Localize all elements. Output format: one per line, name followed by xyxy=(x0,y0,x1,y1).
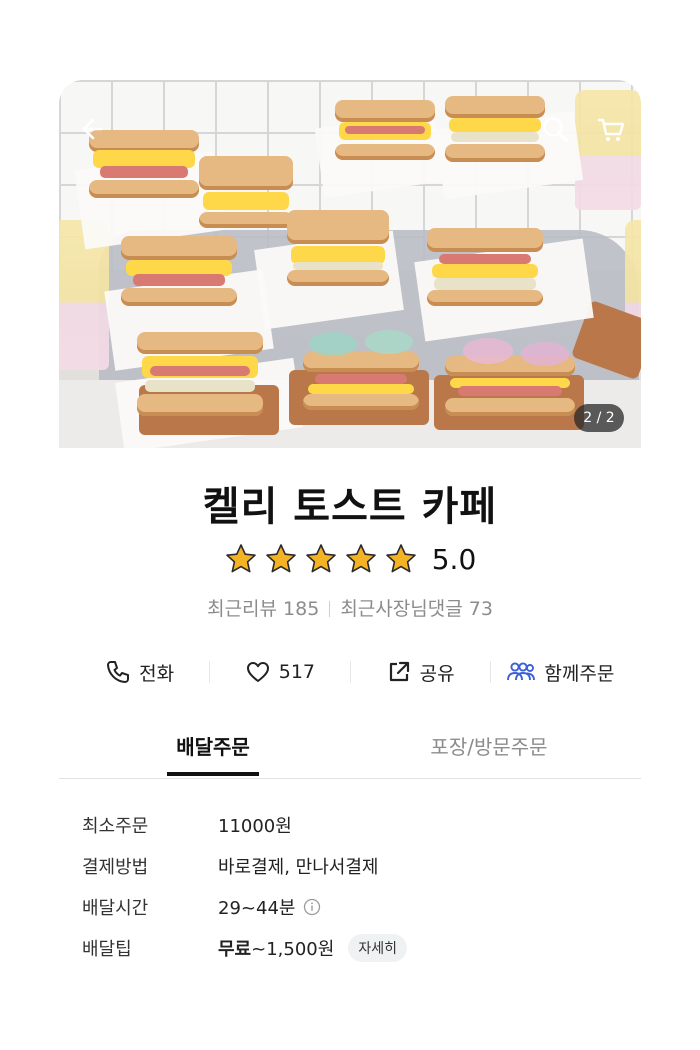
delivery-time-value-wrap: 29~44분 xyxy=(218,894,321,920)
order-type-tabs: 배달주문 포장/방문주문 xyxy=(59,724,641,779)
min-order-row: 최소주문 11000원 xyxy=(82,804,622,845)
toast-sandwich xyxy=(445,356,575,418)
phone-icon xyxy=(107,661,130,683)
label-sticker xyxy=(309,332,357,356)
drink-cup xyxy=(575,90,641,210)
delivery-info: 최소주문 11000원 결제방법 바로결제, 만나서결제 배달시간 29~44분… xyxy=(82,804,622,968)
share-label: 공유 xyxy=(419,662,455,685)
recent-reviews-link[interactable]: 최근리뷰 185 xyxy=(207,598,319,620)
share-icon xyxy=(389,661,409,682)
back-arrow-icon[interactable] xyxy=(76,114,106,144)
payment-key: 결제방법 xyxy=(82,856,149,878)
share-button[interactable]: 공유 xyxy=(351,659,490,686)
toast-sandwich xyxy=(121,236,237,308)
min-order-key: 최소주문 xyxy=(82,815,149,837)
toast-sandwich xyxy=(287,210,389,288)
group-order-button[interactable]: 함께주문 xyxy=(491,659,630,686)
tab-pickup[interactable]: 포장/방문주문 xyxy=(409,724,569,776)
rating-value: 5.0 xyxy=(431,542,477,576)
payment-value: 바로결제, 만나서결제 xyxy=(218,856,379,878)
call-label: 전화 xyxy=(139,662,175,685)
rating-row[interactable]: 5.0 xyxy=(0,542,700,576)
owner-replies-link[interactable]: 최근사장님댓글 73 xyxy=(340,598,493,620)
star-icon xyxy=(345,544,376,573)
star-icon xyxy=(385,544,416,573)
min-order-value: 11000원 xyxy=(218,815,292,837)
toast-sandwich xyxy=(303,352,419,412)
star-icon xyxy=(225,544,256,573)
toast-sandwich xyxy=(137,332,263,418)
label-sticker xyxy=(365,330,413,354)
store-name: 켈리 토스트 카페 xyxy=(202,484,498,530)
info-icon[interactable] xyxy=(303,898,321,916)
delivery-time-row: 배달시간 29~44분 xyxy=(82,886,622,927)
toast-sandwich xyxy=(445,96,545,164)
group-icon xyxy=(507,662,536,681)
image-page-indicator: 2 / 2 xyxy=(574,404,624,432)
toast-sandwich xyxy=(427,228,543,306)
star-icon xyxy=(265,544,296,573)
toast-sandwich xyxy=(199,156,293,228)
toast-sandwich xyxy=(335,100,435,162)
cart-icon[interactable] xyxy=(596,114,626,144)
delivery-tip-free: 무료 xyxy=(218,938,252,960)
delivery-tip-row: 배달팁 무료~1,500원 자세히 xyxy=(82,927,622,968)
tab-delivery[interactable]: 배달주문 xyxy=(167,724,259,776)
delivery-tip-key: 배달팁 xyxy=(82,938,132,960)
like-button[interactable]: 517 xyxy=(210,659,349,685)
heart-icon xyxy=(246,662,269,682)
payment-row: 결제방법 바로결제, 만나서결제 xyxy=(82,845,622,886)
delivery-tip-value-wrap: 무료~1,500원 자세히 xyxy=(218,933,407,962)
group-order-label: 함께주문 xyxy=(544,662,615,685)
review-summary[interactable]: 최근리뷰 185 최근사장님댓글 73 xyxy=(0,594,700,621)
label-sticker xyxy=(521,342,569,366)
delivery-tip-detail-button[interactable]: 자세히 xyxy=(348,933,407,962)
divider xyxy=(329,601,331,617)
delivery-time-key: 배달시간 xyxy=(82,897,149,919)
call-button[interactable]: 전화 xyxy=(70,659,209,686)
star-icon xyxy=(305,544,336,573)
delivery-tip-range: ~1,500원 xyxy=(251,938,335,960)
delivery-time-value: 29~44분 xyxy=(218,897,296,919)
action-row: 전화 517 공유 함께주문 xyxy=(70,650,630,694)
search-icon[interactable] xyxy=(540,114,570,144)
label-sticker xyxy=(463,338,513,364)
like-count: 517 xyxy=(278,661,315,683)
